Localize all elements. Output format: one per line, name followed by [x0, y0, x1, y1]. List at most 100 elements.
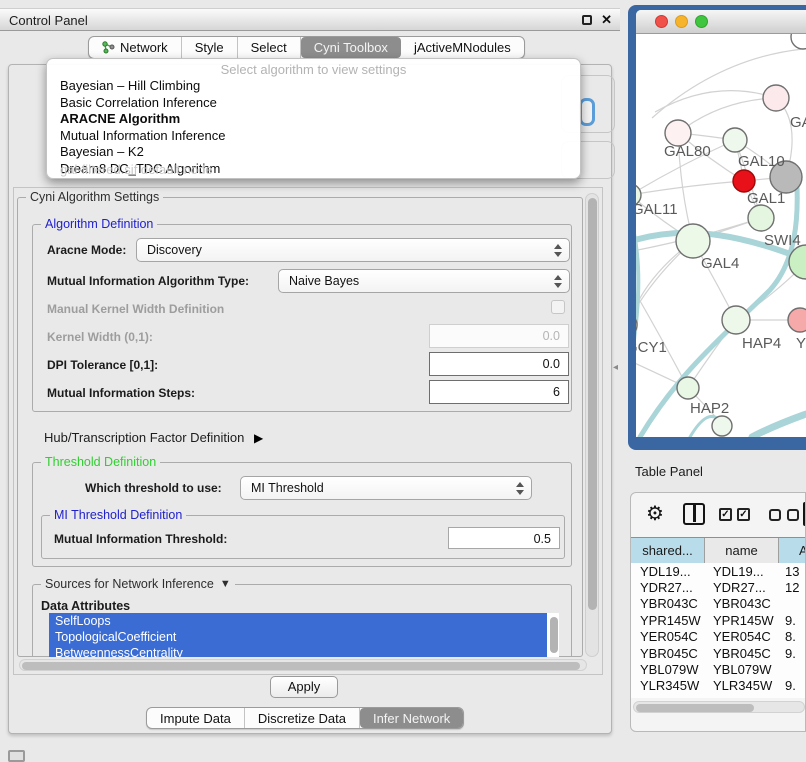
- ghost-combo-text: gal-filtered.sif default node: [60, 162, 212, 177]
- apply-button[interactable]: Apply: [270, 676, 338, 698]
- aracne-mode-value: Discovery: [147, 243, 202, 257]
- node-hap2[interactable]: [677, 377, 699, 399]
- dpi-tolerance-label: DPI Tolerance [0,1]:: [47, 358, 158, 372]
- cell: YBL079W: [631, 662, 705, 677]
- list-item-selfloops[interactable]: SelfLoops: [49, 613, 547, 629]
- column-header-shared[interactable]: shared...: [631, 538, 705, 564]
- unchecked-box-icon[interactable]: [787, 509, 799, 521]
- node-gal10[interactable]: [723, 128, 747, 152]
- manual-kernel-checkbox[interactable]: [551, 300, 565, 314]
- tab-infer-network[interactable]: Infer Network: [360, 708, 463, 728]
- popup-item-bayesian-k2[interactable]: Bayesian – K2: [47, 144, 580, 161]
- tab-style[interactable]: Style: [182, 37, 238, 58]
- cell: YIL052C: [705, 695, 779, 698]
- combo-stepper-icon: [553, 243, 562, 258]
- close-traffic-light-icon[interactable]: [655, 15, 668, 28]
- algorithm-select-popup: gal-filtered.sif default node Select alg…: [46, 58, 581, 179]
- network-window-titlebar[interactable]: [636, 10, 806, 34]
- aracne-mode-label: Aracne Mode:: [47, 243, 126, 257]
- which-threshold-combo[interactable]: MI Threshold: [240, 476, 532, 500]
- column-header-name[interactable]: name: [705, 538, 779, 564]
- collapse-down-icon[interactable]: ▼: [220, 578, 231, 590]
- kernel-width-input[interactable]: 0.0: [429, 324, 569, 348]
- checked-box-icon[interactable]: ✓: [737, 508, 750, 521]
- combo-focus-ring[interactable]: [579, 98, 595, 126]
- aracne-mode-combo[interactable]: Discovery: [136, 238, 570, 262]
- popup-item-bayesian-hill[interactable]: Bayesian – Hill Climbing: [47, 78, 580, 95]
- cell: YLR345W: [705, 678, 779, 693]
- restore-icon[interactable]: [582, 15, 592, 25]
- popup-item-mutual-information[interactable]: Mutual Information Inference: [47, 128, 580, 145]
- dpi-tolerance-input[interactable]: 0.0: [429, 352, 569, 376]
- tab-select[interactable]: Select: [238, 37, 301, 58]
- tab-jactivemnodules[interactable]: jActiveMNodules: [401, 37, 524, 58]
- zoom-traffic-light-icon[interactable]: [695, 15, 708, 28]
- settings-vertical-scrollbar[interactable]: [585, 193, 599, 657]
- svg-text:GCY1: GCY1: [636, 339, 667, 356]
- node-bottom-cut[interactable]: [712, 416, 732, 436]
- table-hscroll-thumb[interactable]: [636, 704, 754, 712]
- popup-item-basic-correlation[interactable]: Basic Correlation Inference: [47, 95, 580, 112]
- mi-threshold-title: MI Threshold Definition: [50, 508, 186, 522]
- close-icon[interactable]: ✕: [601, 12, 612, 28]
- tab-cyni-toolbox[interactable]: Cyni Toolbox: [301, 37, 401, 58]
- split-columns-icon[interactable]: [683, 503, 705, 525]
- which-threshold-label: Which threshold to use:: [85, 481, 222, 495]
- checked-box-icon[interactable]: ✓: [719, 508, 732, 521]
- list-item-topologicalcoefficient[interactable]: TopologicalCoefficient: [49, 629, 547, 645]
- control-panel-titlebar: Control Panel ✕: [0, 8, 620, 31]
- list-scrollbar-thumb[interactable]: [550, 617, 558, 653]
- minimize-traffic-light-icon[interactable]: [675, 15, 688, 28]
- tab-discretize-data[interactable]: Discretize Data: [245, 708, 360, 728]
- table-panel-header: Table Panel: [622, 455, 806, 487]
- settings-horizontal-scrollbar[interactable]: [19, 659, 587, 671]
- network-window: GAL GAL80 GAL10 GAL1 GAL11 SWI4 GAL4 GCY…: [636, 10, 806, 437]
- column-header-third[interactable]: A: [779, 538, 806, 564]
- list-item-betweennesscentrality[interactable]: BetweennessCentrality: [49, 645, 547, 657]
- unchecked-box-icon[interactable]: [769, 509, 781, 521]
- table-horizontal-scrollbar[interactable]: [633, 701, 805, 713]
- cyni-algorithm-settings-group: Cyni Algorithm Settings Algorithm Defini…: [17, 197, 583, 657]
- settings-vscroll-thumb[interactable]: [588, 198, 597, 610]
- mi-type-combo[interactable]: Naive Bayes: [278, 269, 570, 293]
- popup-header: Select algorithm to view settings: [47, 59, 580, 78]
- hub-section-toggle[interactable]: Hub/Transcription Factor Definition ▶: [44, 430, 263, 445]
- mi-threshold-input[interactable]: 0.5: [448, 527, 560, 549]
- cyni-algorithm-settings-title: Cyni Algorithm Settings: [26, 190, 163, 204]
- mi-threshold-label: Mutual Information Threshold:: [54, 532, 227, 546]
- bottom-tabbar: Impute Data Discretize Data Infer Networ…: [146, 707, 464, 729]
- node-gal4[interactable]: [676, 224, 710, 258]
- data-attributes-list[interactable]: SelfLoops TopologicalCoefficient Between…: [49, 613, 559, 657]
- cell: YIL052C: [631, 695, 705, 698]
- expand-right-icon: ▶: [254, 431, 263, 445]
- table-body[interactable]: YDL19... YDL19... 13 YDR27... YDR27... 1…: [631, 563, 806, 698]
- network-window-frame: GAL GAL80 GAL10 GAL1 GAL11 SWI4 GAL4 GCY…: [628, 5, 806, 450]
- cell: YBR045C: [631, 646, 705, 661]
- svg-text:GAL: GAL: [790, 114, 806, 131]
- node-gal-partial[interactable]: [763, 85, 789, 111]
- splitpane-collapse-icon[interactable]: ◂: [613, 362, 618, 373]
- node-hap4[interactable]: [722, 306, 750, 334]
- network-canvas[interactable]: GAL GAL80 GAL10 GAL1 GAL11 SWI4 GAL4 GCY…: [636, 34, 806, 437]
- cell: 13: [779, 564, 806, 579]
- node-red-gal1[interactable]: [733, 170, 755, 192]
- mi-type-label: Mutual Information Algorithm Type:: [47, 274, 249, 288]
- gear-icon[interactable]: ⚙: [646, 501, 664, 526]
- svg-text:HAP2: HAP2: [690, 400, 729, 417]
- data-attributes-label: Data Attributes: [41, 599, 130, 613]
- tab-network[interactable]: Network: [89, 37, 182, 58]
- settings-hscroll-thumb[interactable]: [22, 662, 580, 670]
- cell: YER054C: [705, 629, 779, 644]
- node-gal1-green[interactable]: [748, 205, 774, 231]
- tab-impute-data[interactable]: Impute Data: [147, 708, 245, 728]
- cell: YDR27...: [705, 580, 779, 595]
- svg-text:HAP4: HAP4: [742, 335, 781, 352]
- node-y-pink[interactable]: [788, 308, 806, 332]
- popup-item-aracne[interactable]: ARACNE Algorithm: [47, 111, 580, 128]
- dock-panel-icon[interactable]: [8, 750, 25, 762]
- node-top-cut[interactable]: [791, 34, 806, 49]
- cell: YBR043C: [705, 596, 779, 611]
- mi-steps-input[interactable]: 6: [429, 380, 569, 404]
- cell: 9: [779, 695, 806, 698]
- cell: YPR145W: [705, 613, 779, 628]
